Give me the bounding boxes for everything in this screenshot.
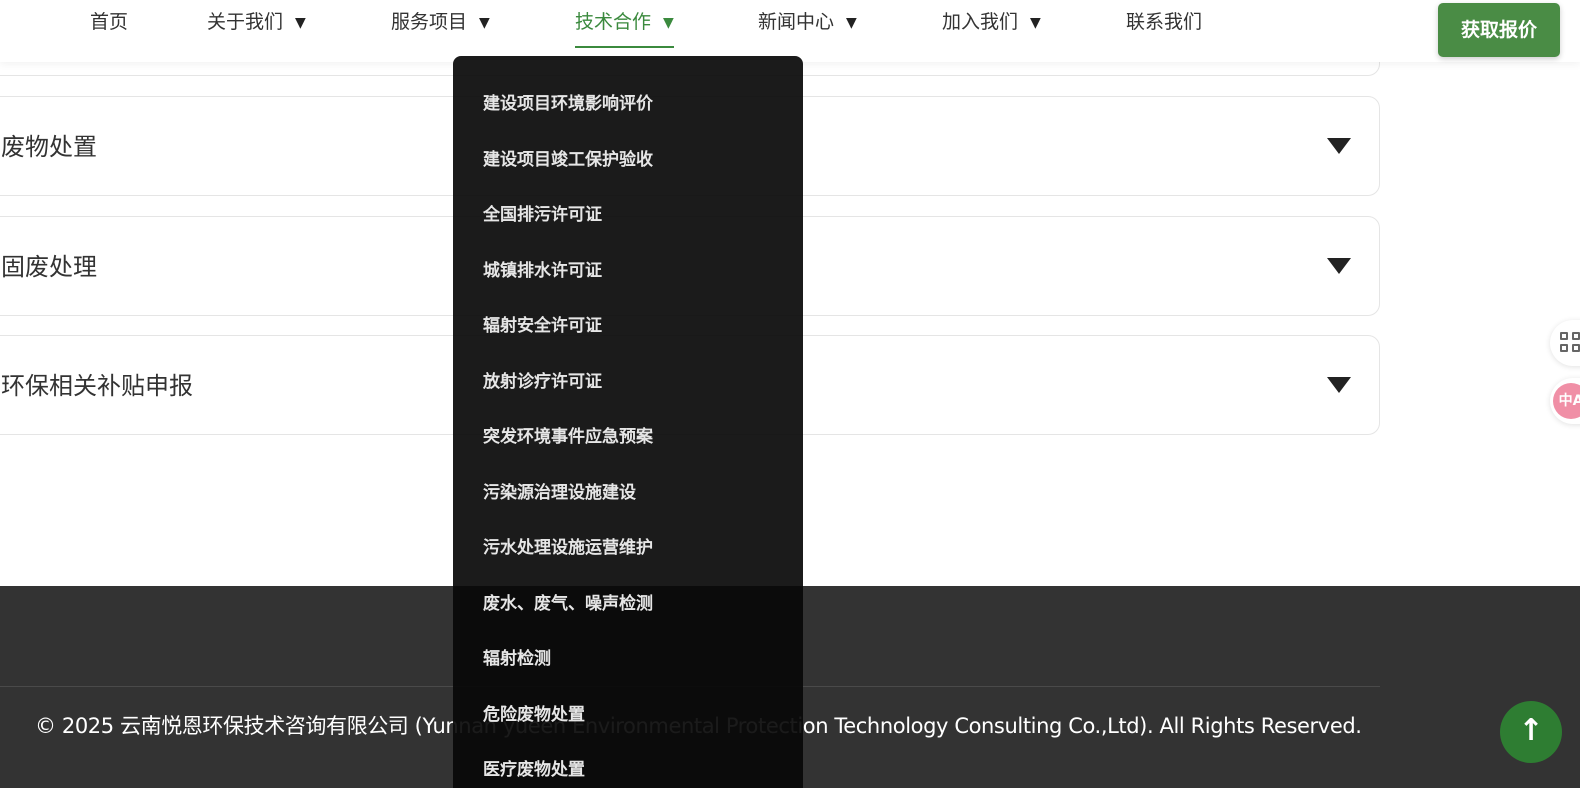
nav-join-us[interactable]: 加入我们 ▼ <box>942 0 1041 48</box>
nav-home-label: 首页 <box>90 11 129 33</box>
accordion-title: 环保相关补贴申报 <box>1 372 193 400</box>
back-to-top-button[interactable]: ↑ <box>1500 701 1562 763</box>
nav-news-label: 新闻中心 <box>758 11 835 33</box>
caret-down-icon[interactable] <box>1327 258 1351 274</box>
apps-square <box>1560 344 1568 352</box>
dropdown-item[interactable]: 放射诊疗许可证 <box>453 356 803 412</box>
tech-cooperation-dropdown: 建设项目环境影响评价 建设项目竣工保护验收 全国排污许可证 城镇排水许可证 辐射… <box>453 56 803 788</box>
chevron-down-icon: ▼ <box>479 15 490 31</box>
nav-home[interactable]: 首页 <box>90 0 128 48</box>
apps-square <box>1572 332 1580 340</box>
dropdown-item[interactable]: 污染源治理设施建设 <box>453 467 803 523</box>
apps-square <box>1560 332 1568 340</box>
nav-services[interactable]: 服务项目 ▼ <box>391 0 490 48</box>
nav-contact-label: 联系我们 <box>1126 11 1203 33</box>
apps-square <box>1572 344 1580 352</box>
nav-tech-cooperation-label: 技术合作 <box>575 11 652 33</box>
dropdown-item[interactable]: 辐射检测 <box>453 633 803 689</box>
page: 首页 关于我们 ▼ 服务项目 ▼ 技术合作 ▼ 新闻中心 ▼ 加入我们 ▼ 联系我们 获取… <box>0 0 1580 788</box>
nav-join-us-label: 加入我们 <box>942 11 1019 33</box>
nav-about[interactable]: 关于我们 ▼ <box>207 0 306 48</box>
accordion-title: 废物处置 <box>1 133 97 161</box>
dropdown-item[interactable]: 辐射安全许可证 <box>453 300 803 356</box>
caret-down-icon[interactable] <box>1327 377 1351 393</box>
chevron-down-icon: ▼ <box>663 15 674 31</box>
nav-about-label: 关于我们 <box>207 11 284 33</box>
apps-icon[interactable] <box>1550 320 1580 366</box>
dropdown-item[interactable]: 全国排污许可证 <box>453 189 803 245</box>
dropdown-item[interactable]: 建设项目环境影响评价 <box>453 78 803 134</box>
dropdown-item[interactable]: 建设项目竣工保护验收 <box>453 134 803 190</box>
chevron-down-icon: ▼ <box>295 15 306 31</box>
nav-contact[interactable]: 联系我们 <box>1126 0 1202 48</box>
chevron-down-icon: ▼ <box>846 15 857 31</box>
dropdown-item[interactable]: 医疗废物处置 <box>453 744 803 788</box>
top-navigation: 首页 关于我们 ▼ 服务项目 ▼ 技术合作 ▼ 新闻中心 ▼ 加入我们 ▼ 联系我们 获取… <box>0 0 1580 62</box>
dropdown-item[interactable]: 城镇排水许可证 <box>453 245 803 301</box>
nav-news[interactable]: 新闻中心 ▼ <box>758 0 857 48</box>
nav-tech-cooperation[interactable]: 技术合作 ▼ <box>575 0 674 48</box>
nav-services-label: 服务项目 <box>391 11 468 33</box>
translate-icon[interactable]: 中A <box>1550 378 1580 424</box>
get-quote-button[interactable]: 获取报价 <box>1438 3 1560 57</box>
dropdown-item[interactable]: 突发环境事件应急预案 <box>453 411 803 467</box>
accordion-title: 固废处理 <box>1 253 97 281</box>
dropdown-item[interactable]: 危险废物处置 <box>453 689 803 745</box>
translate-badge: 中A <box>1553 383 1580 419</box>
dropdown-item[interactable]: 废水、废气、噪声检测 <box>453 578 803 634</box>
chevron-down-icon: ▼ <box>1030 15 1041 31</box>
caret-down-icon[interactable] <box>1327 138 1351 154</box>
dropdown-item[interactable]: 污水处理设施运营维护 <box>453 522 803 578</box>
